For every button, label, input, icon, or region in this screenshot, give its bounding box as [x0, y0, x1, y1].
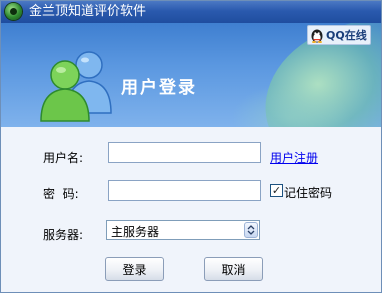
qq-online-label: QQ在线: [326, 29, 367, 42]
login-heading: 用户登录: [121, 78, 197, 98]
remember-password-label: 记住密码: [284, 186, 333, 200]
register-link[interactable]: 用户注册: [270, 149, 318, 166]
app-logo-icon: [5, 3, 22, 20]
qq-online-button[interactable]: QQ在线: [307, 25, 371, 45]
check-mark-icon: ✓: [271, 184, 282, 197]
qq-penguin-icon: [311, 29, 323, 43]
username-label: 用户名:: [43, 151, 84, 165]
password-label: 密 码:: [43, 187, 79, 201]
chevron-updown-icon: [247, 225, 255, 235]
password-input[interactable]: [108, 180, 261, 201]
username-input[interactable]: [108, 142, 261, 163]
login-button[interactable]: 登录: [105, 257, 164, 281]
login-form: 用户名: 用户注册 密 码: ✓ 记住密码 服务器: 主服务器 登录 取消: [1, 127, 381, 292]
server-label: 服务器:: [43, 228, 84, 242]
title-bar[interactable]: 金兰顶知道评价软件: [1, 1, 381, 23]
login-banner: 用户登录 QQ在线: [1, 23, 381, 127]
server-select[interactable]: 主服务器: [106, 220, 260, 240]
login-window: 金兰顶知道评价软件 用户登录 QQ在线 用户名: 用户注册 密 码: ✓ 记住密…: [0, 0, 382, 293]
dropdown-arrow-button[interactable]: [244, 222, 258, 238]
cancel-button[interactable]: 取消: [204, 257, 263, 281]
remember-password-checkbox[interactable]: ✓: [270, 184, 283, 197]
server-select-value: 主服务器: [111, 225, 160, 239]
window-title: 金兰顶知道评价软件: [29, 4, 147, 19]
users-icon: [40, 51, 112, 122]
